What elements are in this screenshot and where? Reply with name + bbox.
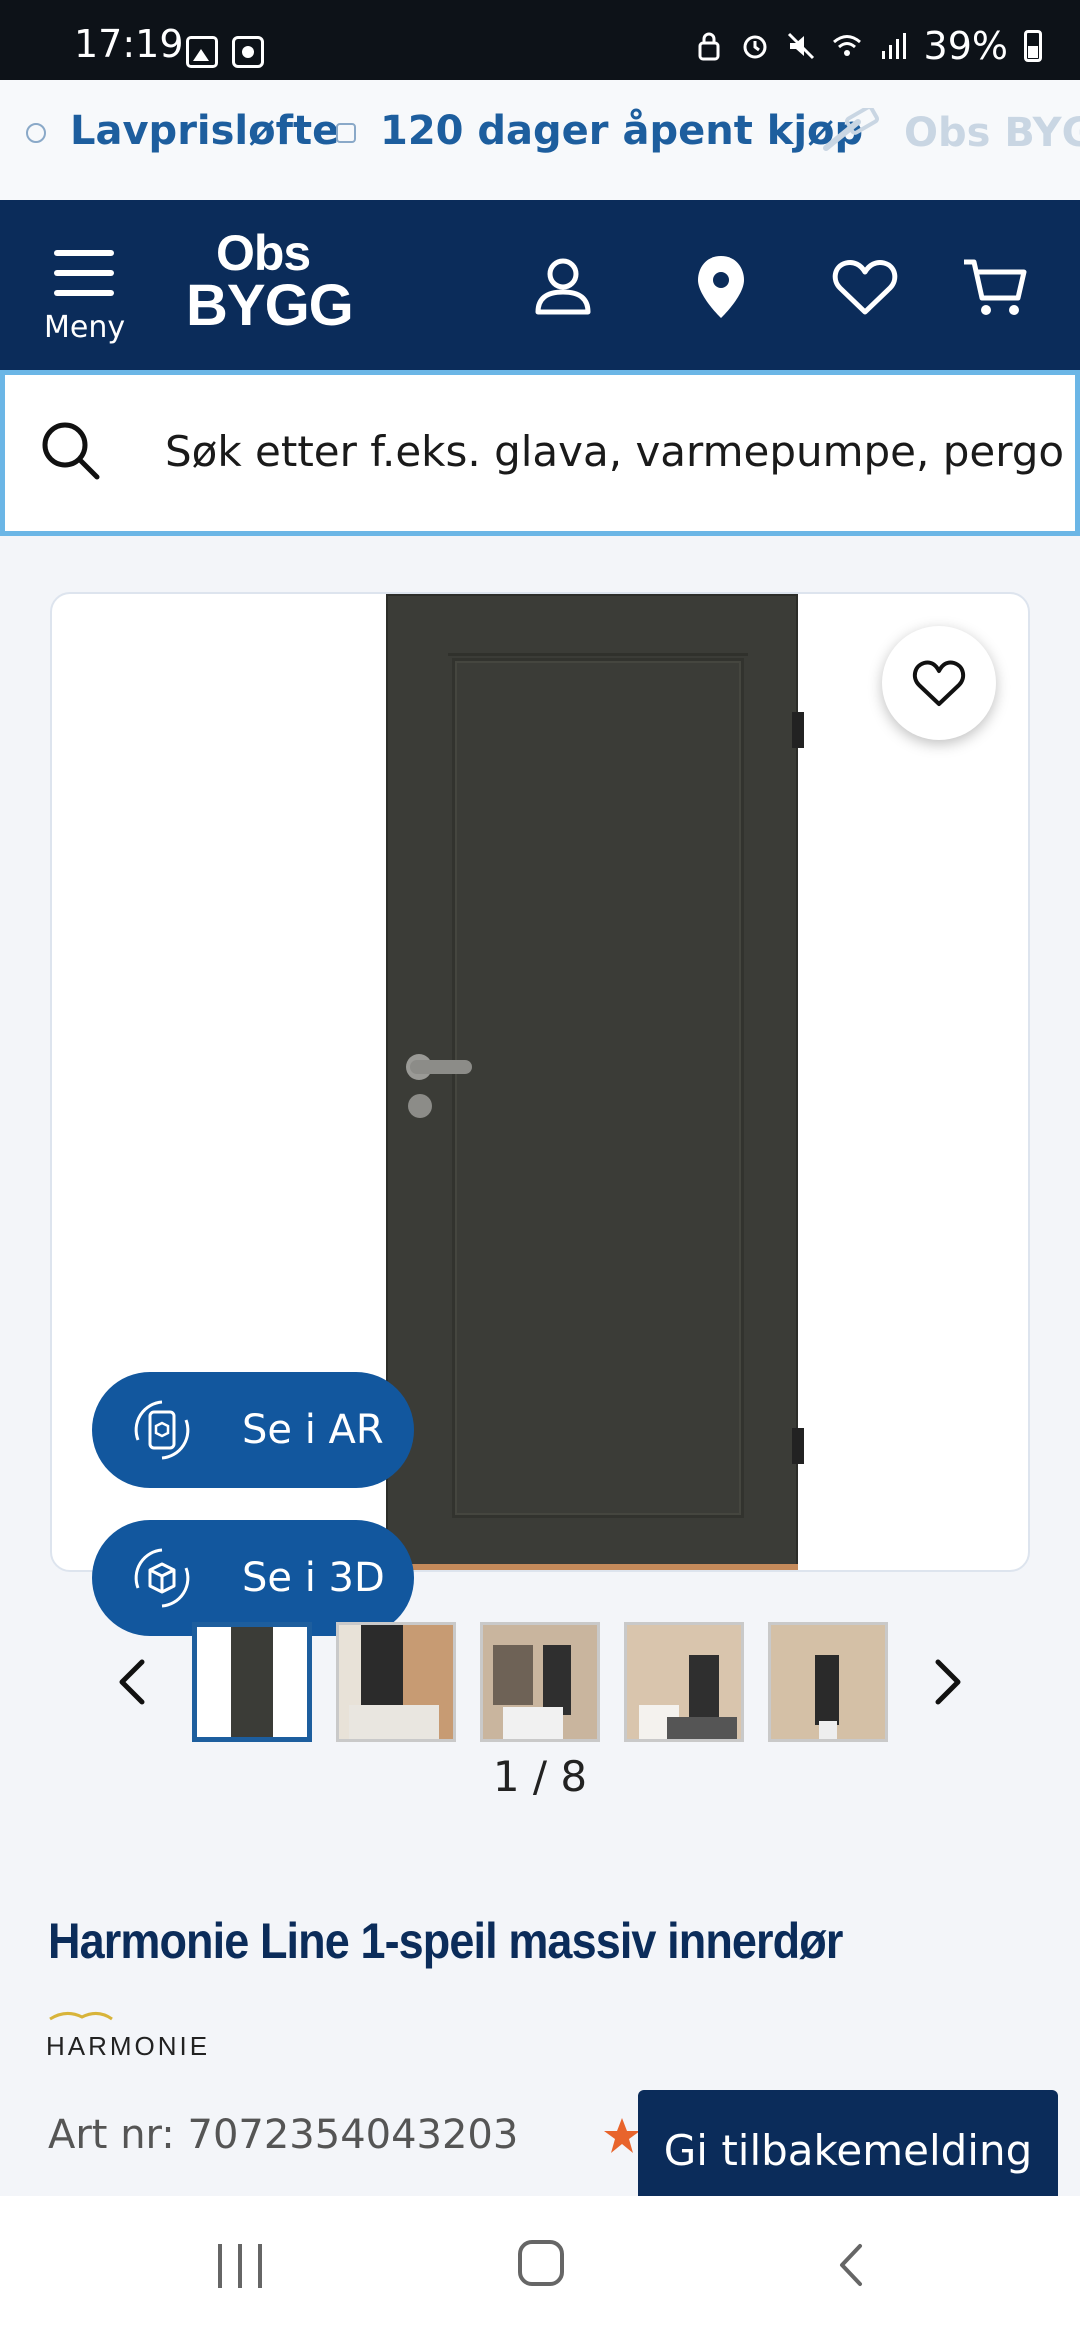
menu-label: Meny: [44, 310, 126, 345]
alarm-icon: [743, 35, 767, 59]
status-bar: 17:19 39%: [0, 0, 1080, 80]
wifi-icon: [832, 35, 861, 56]
heart-icon: [912, 660, 966, 706]
thumbnail-1[interactable]: [192, 1622, 312, 1742]
3d-icon: [134, 1548, 190, 1608]
3d-label: Se i 3D: [242, 1555, 385, 1601]
door-image: [386, 594, 804, 1570]
gallery-notification-icon: [186, 36, 218, 68]
thumbnail-4[interactable]: [624, 1622, 744, 1742]
add-to-favorites-button[interactable]: [882, 626, 996, 740]
home-icon[interactable]: [518, 2240, 564, 2286]
ar-label: Se i AR: [242, 1407, 384, 1453]
status-right: 39%: [694, 24, 1042, 68]
obs-bygg-logo[interactable]: Obs BYGG: [186, 228, 354, 334]
search-bar[interactable]: [0, 370, 1080, 536]
lock-icon: [698, 32, 720, 61]
thumbnail-carousel: [0, 1616, 1080, 1746]
promo-label: Obs BYGG: [904, 110, 1080, 156]
promo-item-price-promise[interactable]: Lavprisløfte: [26, 108, 339, 154]
wishlist-heart-icon[interactable]: [830, 252, 900, 322]
thumbnail-3[interactable]: [480, 1622, 600, 1742]
hammer-icon: [823, 108, 880, 151]
store-location-icon[interactable]: [686, 252, 756, 322]
hamburger-icon: [54, 250, 114, 296]
brand-logo[interactable]: HARMONIE: [46, 2008, 210, 2062]
search-input[interactable]: [165, 411, 1065, 491]
feedback-button[interactable]: Gi tilbakemelding: [638, 2090, 1058, 2210]
image-counter: 1 / 8: [492, 1752, 588, 1801]
tag-icon: [336, 123, 356, 143]
search-icon[interactable]: [39, 419, 103, 483]
screen-recorder-icon: [232, 36, 264, 68]
ar-icon: [134, 1400, 190, 1460]
thumbnail-5[interactable]: [768, 1622, 888, 1742]
promo-item-obs-bygg[interactable]: Obs BYGG: [818, 108, 1080, 158]
chevron-left-icon[interactable]: [108, 1652, 158, 1712]
notification-icons: [186, 36, 264, 68]
battery-percent: 39%: [923, 24, 1008, 68]
article-number: Art nr: 7072354043203: [48, 2112, 519, 2158]
brand-swoosh-icon: [49, 2012, 113, 2021]
status-time: 17:19: [74, 22, 184, 66]
signal-icon: [881, 33, 906, 59]
system-nav-bar: [0, 2196, 1080, 2340]
battery-icon: [1024, 30, 1042, 62]
check-circle-icon: [26, 123, 46, 143]
recent-apps-icon[interactable]: [218, 2244, 262, 2288]
product-title: Harmonie Line 1-speil massiv innerdør: [48, 1913, 843, 1969]
rating-star-icon: [604, 2118, 640, 2153]
promo-label: Lavprisløfte: [70, 108, 340, 154]
cart-icon[interactable]: [960, 252, 1030, 322]
promo-label: 120 dager åpent kjøp: [380, 108, 864, 154]
menu-button[interactable]: Meny: [44, 250, 126, 350]
mute-icon: [787, 32, 814, 60]
site-header: Meny Obs BYGG: [0, 200, 1080, 370]
chevron-right-icon[interactable]: [922, 1652, 972, 1712]
promo-strip[interactable]: Lavprisløfte 120 dager åpent kjøp Obs BY…: [0, 80, 1080, 200]
back-icon[interactable]: [830, 2240, 870, 2290]
thumbnail-2[interactable]: [336, 1622, 456, 1742]
promo-item-open-purchase[interactable]: 120 dager åpent kjøp: [336, 108, 863, 154]
view-in-ar-button[interactable]: Se i AR: [92, 1372, 414, 1488]
account-icon[interactable]: [528, 252, 598, 322]
